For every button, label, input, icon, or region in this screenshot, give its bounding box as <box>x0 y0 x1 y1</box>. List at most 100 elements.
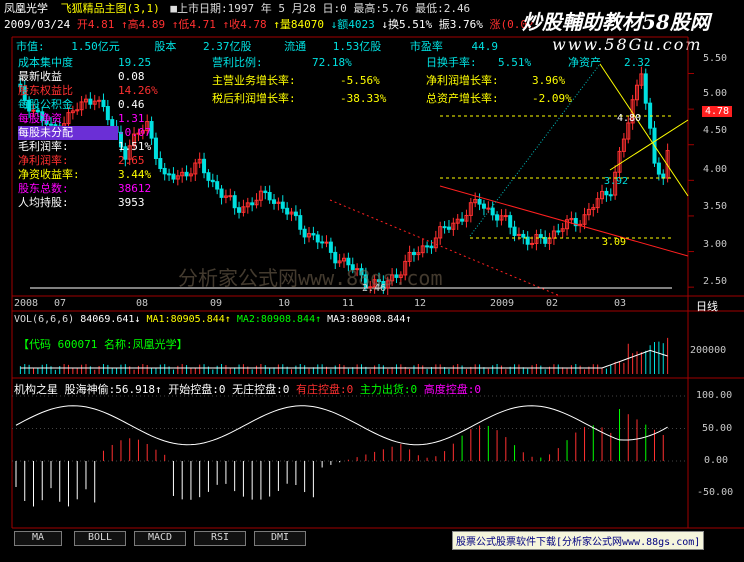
candle-body <box>508 215 513 228</box>
candle-body <box>477 199 482 205</box>
fin-top-1-value: 2.37亿股 <box>203 40 252 53</box>
fin-left-7-label: 净利润率: <box>18 154 69 167</box>
candle-body <box>250 202 255 206</box>
ind-s3: 无庄控盘:0 <box>232 383 290 396</box>
fin-left-0-value: 19.25 <box>118 56 152 69</box>
candle-body <box>556 230 561 233</box>
candle-body <box>446 226 451 230</box>
vol-ma1: MA1:80905.844↑ <box>146 314 231 325</box>
candle-body <box>328 241 333 253</box>
fin-top-3-value: 44.9 <box>471 40 499 53</box>
fin-right-0-value: 5.51% <box>498 56 532 69</box>
watermark: 分析家公式网www.88gs.com <box>178 266 443 290</box>
fin-top-0-label: 市值: <box>16 40 45 53</box>
candle-body <box>210 179 215 183</box>
vol-info: 【代码 600071 名称:凤凰光学】 <box>18 338 188 351</box>
ind-s6: 高度控盘:0 <box>423 383 481 396</box>
period-label[interactable]: 日线 <box>696 298 718 314</box>
fin-left-row: 净利润率: 2.65 <box>18 154 158 168</box>
fin-left-row: 人均持股: 3953 <box>18 196 158 210</box>
price-axis-label: 2.50 <box>703 276 728 287</box>
fin-left-5-value: -0.07 <box>118 126 152 139</box>
fin-right-block: 日换手率: 5.51% 净资产 2.32 净利润增长率: 3.96% 总资产增长率: -2… <box>426 56 651 106</box>
fin-left-0-label: 成本集中度 <box>18 56 73 69</box>
date-axis-label: 02 <box>546 298 559 309</box>
top-price-label: 4.80 <box>617 113 642 124</box>
vol-ma2: MA2:80908.844↑ <box>236 314 322 325</box>
date-axis-label: 08 <box>136 298 149 309</box>
fin-left-1-label: 最新收益 <box>18 70 62 83</box>
chart-window: 凤凰光学 飞狐精品主图(3,1) ■上市日期:1997 年 5 月28 日:0 … <box>0 0 744 562</box>
price-axis-label: 3.00 <box>703 239 728 250</box>
fin-right-2-value: 3.96% <box>532 74 566 87</box>
fin-left-7-value: 2.65 <box>118 154 145 167</box>
fin-left-2-value: 14.26% <box>118 84 158 97</box>
ind-axis-label: 100.00 <box>696 390 733 401</box>
vol-label: VOL(6,6,6) <box>14 314 75 325</box>
fin-left-row: 每股未分配 -0.07 <box>18 126 158 140</box>
tab-dmi[interactable]: DMI <box>254 531 306 546</box>
candle-body <box>267 192 272 201</box>
fin-right-1-value: 2.32 <box>624 56 651 69</box>
fin-left-9-label: 股东总数: <box>18 182 69 195</box>
candle-body <box>429 245 434 249</box>
candle-body <box>215 181 220 190</box>
ind-axis-label: -50.00 <box>697 487 734 498</box>
support-price-label: 3.09 <box>602 237 627 248</box>
candle-body <box>324 241 329 244</box>
tab-rsi[interactable]: RSI <box>194 531 246 546</box>
candle-body <box>311 233 316 236</box>
candle-body <box>521 233 526 238</box>
price-axis-label: 5.50 <box>703 53 728 64</box>
fin-left-1-value: 0.08 <box>118 70 145 83</box>
candle-body <box>411 251 416 256</box>
candle-body <box>302 228 307 238</box>
candle-body <box>272 199 277 204</box>
fin-left-5-label: 每股未分配 <box>18 126 118 140</box>
fin-mid-row: 营利比例: 72.18% <box>212 56 386 70</box>
candle-body <box>604 190 609 196</box>
fin-top-2-value: 1.53亿股 <box>332 40 382 53</box>
ind-title: 机构之星 <box>14 383 58 396</box>
indicator-header: 机构之星 股海神偷:56.918↑ 开始控盘:0 无庄控盘:0 有庄控盘:0 主… <box>14 381 481 397</box>
fin-right-3-value: -2.09% <box>532 92 572 105</box>
fin-left-9-value: 38612 <box>118 182 152 195</box>
fin-top-3-label: 市盈率 <box>409 40 443 53</box>
price-axis-label: 5.00 <box>703 88 728 99</box>
tab-boll[interactable]: BOLL <box>74 531 126 546</box>
date-axis-label: 03 <box>614 298 627 309</box>
date-axis-label: 07 <box>54 298 67 309</box>
fin-mid-row: 税后利润增长率: -38.33% <box>212 92 386 106</box>
fin-right-row: 净利润增长率: 3.96% <box>426 74 651 88</box>
fin-mid-1-value: -5.56% <box>340 74 380 87</box>
fin-right-2-label: 净利润增长率: <box>426 74 499 87</box>
fin-left-2-label: 股东权益比 <box>18 84 73 97</box>
fin-left-10-label: 人均持股: <box>18 196 69 209</box>
fin-top-row: 市值: 1.50亿元 股本 2.37亿股 流通 1.53亿股 市盈率 44.9 <box>16 40 498 54</box>
fin-right-0-label: 日换手率: <box>426 56 477 69</box>
fin-right-row: 日换手率: 5.51% 净资产 2.32 <box>426 56 651 70</box>
candle-body <box>280 201 285 209</box>
date-axis-label: 10 <box>278 298 291 309</box>
fin-left-3-value: 0.46 <box>118 98 145 111</box>
fin-left-8-value: 3.44% <box>118 168 152 181</box>
footer-ad[interactable]: 股票公式股票软件下载[分析家公式网www.88gs.com] <box>452 531 705 550</box>
price-axis-label: 3.50 <box>703 201 728 212</box>
candle-body <box>232 195 237 209</box>
candle-body <box>263 190 268 194</box>
fin-left-row: 成本集中度 19.25 <box>18 56 158 70</box>
fin-left-row: 最新收益 0.08 <box>18 70 158 84</box>
date-axis-label: 12 <box>414 298 427 309</box>
vol-axis-label: 200000 <box>690 345 727 356</box>
tab-macd[interactable]: MACD <box>134 531 186 546</box>
fin-left-4-label: 每股净资 <box>18 112 62 125</box>
fin-left-row: 净资收益率: 3.44% <box>18 168 158 182</box>
fin-left-8-label: 净资收益率: <box>18 168 80 181</box>
tab-ma[interactable]: MA <box>14 531 62 546</box>
ind-s1: 股海神偷:56.918↑ <box>64 383 162 396</box>
candle-body <box>228 195 233 198</box>
indicator-line <box>15 405 668 446</box>
candle-body <box>503 215 508 218</box>
candle-body <box>162 167 167 175</box>
fin-left-row: 每股公积金 0.46 <box>18 98 158 112</box>
